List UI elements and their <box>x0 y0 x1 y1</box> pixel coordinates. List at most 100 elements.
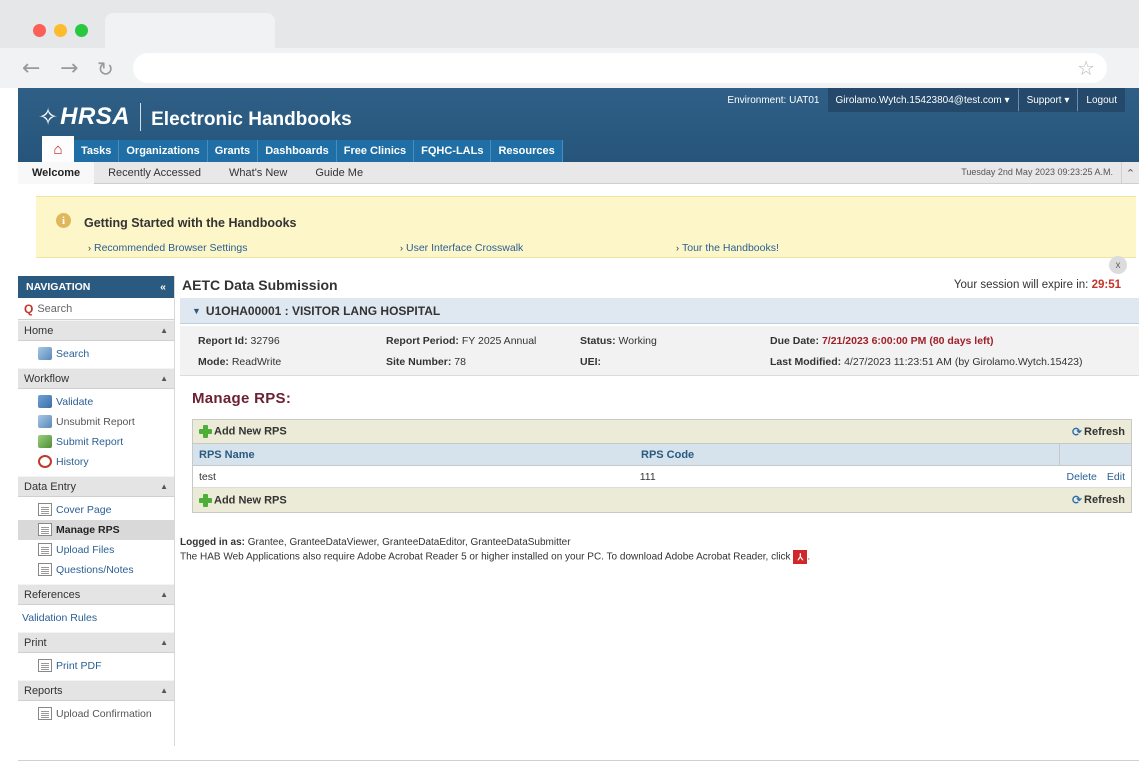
collapse-sidebar-icon[interactable]: « <box>160 281 166 293</box>
session-label: Your session will expire in: <box>953 279 1089 291</box>
collapse-up-icon[interactable]: ⌃ <box>1121 162 1139 184</box>
cell-rps-code: 111 <box>639 470 656 483</box>
delete-link[interactable]: Delete <box>1067 471 1097 483</box>
field-value: ReadWrite <box>231 356 282 368</box>
field-label: Mode: <box>198 356 229 368</box>
maximize-window-icon[interactable] <box>75 24 88 37</box>
tab-tasks[interactable]: Tasks <box>74 140 120 162</box>
logged-in-roles: Grantee, GranteeDataViewer, GranteeDataE… <box>247 537 571 548</box>
link-label: Tour the Handbooks! <box>682 242 779 254</box>
forward-arrow-icon[interactable]: → <box>60 56 78 81</box>
field-value: 7/21/2023 6:00:00 PM (80 days left) <box>821 335 994 347</box>
bookmark-star-icon[interactable]: ☆ <box>1077 56 1095 80</box>
button-label: Refresh <box>1084 493 1125 506</box>
sidebar-item-validate[interactable]: Validate <box>18 392 174 412</box>
back-arrow-icon[interactable]: ← <box>22 56 40 81</box>
sidebar-item-label: Validation Rules <box>22 612 98 624</box>
section-references[interactable]: References ▲ <box>18 584 174 605</box>
tab-fqhc-lals[interactable]: FQHC-LALs <box>414 140 492 162</box>
caret-up-icon: ▲ <box>160 686 168 695</box>
column-header-rps-name[interactable]: RPS Name <box>193 449 639 461</box>
subnav-whats-new[interactable]: What's New <box>215 162 301 184</box>
user-menu[interactable]: Girolamo.Wytch.15423804@test.com ▾ <box>827 88 1018 112</box>
support-menu[interactable]: Support ▾ <box>1018 88 1078 112</box>
sidebar-item-cover-page[interactable]: Cover Page <box>18 500 174 520</box>
tab-organizations[interactable]: Organizations <box>119 140 208 162</box>
section-data-entry[interactable]: Data Entry ▲ <box>18 476 174 497</box>
close-window-icon[interactable] <box>33 24 46 37</box>
refresh-button[interactable]: ⟳ Refresh <box>1072 425 1125 439</box>
minimize-window-icon[interactable] <box>54 24 67 37</box>
sidebar-item-unsubmit-report[interactable]: Unsubmit Report <box>18 412 174 432</box>
link-tour-handbooks[interactable]: › Tour the Handbooks! <box>676 242 779 254</box>
cell-rps-name: test <box>199 470 216 483</box>
references-group: Validation Rules <box>18 605 174 632</box>
sidebar-item-upload-confirmation[interactable]: Upload Confirmation <box>18 704 174 724</box>
add-new-rps-button[interactable]: Add New RPS <box>199 425 287 438</box>
main-tabs: ⌂ Tasks Organizations Grants Dashboards … <box>42 136 563 162</box>
adobe-pdf-icon[interactable]: ⅄ <box>793 550 808 564</box>
app-title: Electronic Handbooks <box>151 109 352 130</box>
sidebar-item-upload-files[interactable]: Upload Files <box>18 540 174 560</box>
unsubmit-icon <box>38 415 52 428</box>
hrsa-logo[interactable]: ✧ HRSA Electronic Handbooks <box>38 98 352 136</box>
sidebar-item-label: Cover Page <box>56 504 112 516</box>
home-icon[interactable]: ⌂ <box>42 136 74 162</box>
sidebar-item-history[interactable]: History <box>18 452 174 472</box>
section-title: Print <box>24 636 47 649</box>
logout-link[interactable]: Logout <box>1078 88 1125 112</box>
subnav-welcome[interactable]: Welcome <box>18 161 95 184</box>
document-icon <box>38 563 52 576</box>
refresh-button[interactable]: ⟳ Refresh <box>1072 493 1125 507</box>
sidebar-item-validation-rules[interactable]: Validation Rules <box>18 608 174 628</box>
section-workflow[interactable]: Workflow ▲ <box>18 368 174 389</box>
grantee-name: U1OHA00001 : VISITOR LANG HOSPITAL <box>205 303 441 318</box>
field-label: Site Number: <box>386 356 452 368</box>
subnav-guide-me[interactable]: Guide Me <box>301 162 377 184</box>
field-value: 78 <box>454 356 466 368</box>
sidebar-item-label: Search <box>56 348 90 360</box>
link-browser-settings[interactable]: › Recommended Browser Settings <box>88 242 248 254</box>
address-bar[interactable]: ☆ <box>133 53 1107 83</box>
tab-free-clinics[interactable]: Free Clinics <box>336 140 415 162</box>
sidebar-item-questions-notes[interactable]: Questions/Notes <box>18 560 174 580</box>
sidebar-item-submit-report[interactable]: Submit Report <box>18 432 174 452</box>
report-period: Report Period: FY 2025 Annual <box>386 335 536 347</box>
home-group: Search <box>18 341 174 368</box>
sidebar-item-manage-rps[interactable]: Manage RPS <box>18 520 174 540</box>
refresh-icon: ⟳ <box>1071 424 1083 439</box>
column-header-rps-code[interactable]: RPS Code <box>639 449 1059 461</box>
banner-close-button[interactable]: x <box>1109 256 1127 274</box>
session-time: 29:51 <box>1091 279 1121 291</box>
document-icon <box>38 659 52 672</box>
tab-resources[interactable]: Resources <box>491 140 563 162</box>
section-print[interactable]: Print ▲ <box>18 632 174 653</box>
chevron-right-icon: › <box>400 243 403 253</box>
search-icon: Q <box>24 301 34 316</box>
sidebar-item-print-pdf[interactable]: Print PDF <box>18 656 174 676</box>
tab-dashboards[interactable]: Dashboards <box>258 140 337 162</box>
header-utility-bar: Environment: UAT01 Girolamo.Wytch.154238… <box>727 88 1125 112</box>
edit-link[interactable]: Edit <box>1107 471 1125 483</box>
section-reports[interactable]: Reports ▲ <box>18 680 174 701</box>
browser-tab[interactable] <box>105 13 275 49</box>
section-title: Workflow <box>24 372 70 385</box>
add-new-rps-button[interactable]: Add New RPS <box>199 493 287 507</box>
button-label: Add New RPS <box>214 425 287 438</box>
grantee-bar[interactable]: ▼ U1OHA00001 : VISITOR LANG HOSPITAL <box>180 298 1139 324</box>
sidebar-search[interactable]: Q Search <box>18 298 174 320</box>
subnav-recently-accessed[interactable]: Recently Accessed <box>94 162 215 184</box>
logo-divider <box>140 103 142 131</box>
sidebar-item-label: Print PDF <box>56 660 102 672</box>
sidebar-item-label: History <box>56 456 89 468</box>
link-ui-crosswalk[interactable]: › User Interface Crosswalk <box>400 242 523 254</box>
tab-grants[interactable]: Grants <box>207 140 259 162</box>
button-label: Add New RPS <box>214 493 287 506</box>
browser-menu-icon[interactable]: ⋮ <box>1130 50 1139 70</box>
field-label: Status: <box>580 335 616 347</box>
section-home[interactable]: Home ▲ <box>18 320 174 341</box>
section-heading: Manage RPS: <box>192 390 292 407</box>
reload-icon[interactable]: ↻ <box>97 57 114 81</box>
app-header: ✧ HRSA Electronic Handbooks Environment:… <box>18 88 1139 162</box>
sidebar-item-search[interactable]: Search <box>18 344 174 364</box>
